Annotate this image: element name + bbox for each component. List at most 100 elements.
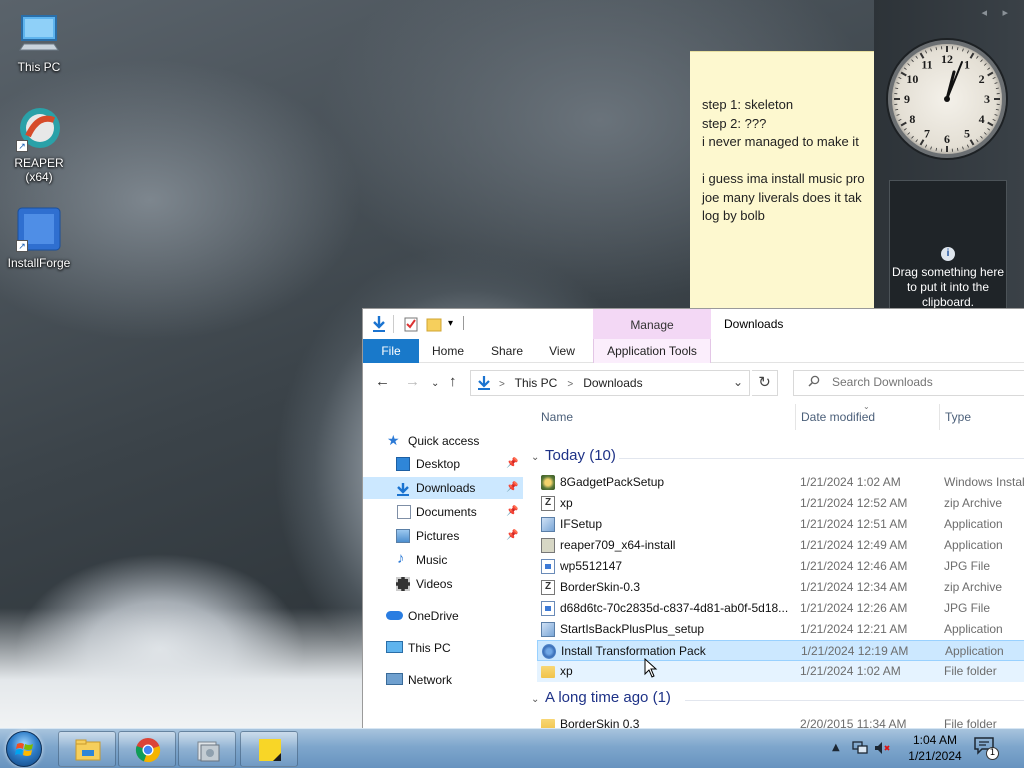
nav-item-downloads[interactable]: Downloads 📌 [363, 477, 523, 499]
taskbar-chrome-button[interactable] [118, 731, 176, 767]
pin-icon[interactable]: 📌 [506, 501, 518, 523]
file-row[interactable]: d68d6tc-70c2835d-c837-4d81-ab0f-5d18... 1… [537, 598, 1024, 619]
file-row[interactable]: xp 1/21/2024 1:02 AM File folder [537, 661, 1024, 682]
pin-icon[interactable]: 📌 [506, 453, 518, 475]
column-header-type[interactable]: Type [945, 410, 971, 424]
column-header-name[interactable]: Name [541, 410, 573, 424]
forward-arrow-icon[interactable]: → [405, 374, 420, 390]
file-row[interactable]: StartIsBackPlusPlus_setup 1/21/2024 12:21… [537, 619, 1024, 640]
clock-tick [980, 135, 983, 139]
shortcut-arrow-icon: ↗ [16, 240, 28, 252]
start-button[interactable] [6, 731, 42, 767]
nav-label: Documents [416, 505, 477, 519]
info-icon: i [941, 247, 955, 261]
clock-tick [930, 48, 932, 52]
address-bar[interactable]: > This PC > Downloads ⌄ [470, 370, 750, 396]
desktop-icon-installforge[interactable]: ↗ InstallForge [0, 206, 78, 270]
tab-share[interactable]: Share [481, 339, 533, 363]
downloads-arrow-icon [396, 481, 410, 496]
file-date-modified: 1/21/2024 12:49 AM [800, 538, 908, 552]
nav-quick-access[interactable]: ★ Quick access [363, 430, 523, 452]
sort-chevron-icon: ⌄ [863, 402, 870, 411]
column-header-date-modified[interactable]: Date modified [801, 410, 875, 424]
file-row[interactable]: Install Transformation Pack 1/21/2024 12:… [537, 640, 1024, 661]
file-name: StartIsBackPlusPlus_setup [560, 622, 705, 636]
sticky-note[interactable]: step 1: skeleton step 2: ??? i never man… [690, 51, 874, 308]
taskbar-file-explorer-button[interactable] [58, 731, 116, 767]
nav-item-videos[interactable]: Videos [363, 573, 523, 595]
mouse-cursor-icon [644, 658, 658, 678]
back-arrow-icon[interactable]: ← [375, 374, 390, 390]
pin-icon[interactable]: 📌 [506, 525, 518, 547]
wallpaper-floor [0, 608, 420, 728]
file-row[interactable]: reaper709_x64-install 1/21/2024 12:49 AM A… [537, 535, 1024, 556]
desktop-icon-reaper[interactable]: ↗ REAPER (x64) [0, 106, 78, 184]
breadcrumb-downloads[interactable]: Downloads [583, 376, 642, 390]
taskbar-control-panel-button[interactable] [178, 731, 236, 767]
app-icon [541, 517, 555, 532]
file-row[interactable]: 8GadgetPackSetup 1/21/2024 1:02 AM Windows… [537, 472, 1024, 493]
tab-file[interactable]: File [363, 339, 419, 363]
nav-item-pictures[interactable]: Pictures 📌 [363, 525, 523, 547]
collapse-chevron-icon: ⌄ [531, 694, 540, 705]
address-dropdown-chevron-icon[interactable]: ⌄ [733, 375, 743, 389]
clock-date: 1/21/2024 [908, 749, 962, 763]
group-header-long-ago[interactable]: ⌄ A long time ago (1) [529, 689, 1024, 711]
nav-onedrive[interactable]: OneDrive [363, 605, 523, 627]
group-label: Today (10) [545, 447, 616, 464]
nav-this-pc[interactable]: This PC [363, 637, 523, 659]
gadget-nav-arrows[interactable]: ◂ ▸ [981, 6, 1014, 19]
volume-muted-icon[interactable] [874, 741, 892, 759]
computer-icon [386, 641, 403, 653]
collapse-chevron-icon: ⌄ [531, 452, 540, 463]
notification-center-button[interactable]: 1 [974, 737, 1000, 761]
ribbon-tabs: File Home Share View Application Tools [363, 339, 1024, 363]
tab-manage[interactable]: Manage [593, 309, 711, 339]
show-hidden-icons-chevron-icon[interactable]: ▲ [832, 742, 840, 753]
nav-label: Desktop [416, 457, 461, 471]
file-date-modified: 1/21/2024 12:51 AM [800, 517, 908, 531]
clock-tick [907, 63, 911, 66]
clock-tick [992, 118, 996, 121]
file-row[interactable]: wp5512147 1/21/2024 12:46 AM JPG File [537, 556, 1024, 577]
tab-home[interactable]: Home [423, 339, 473, 363]
computer-icon [16, 10, 62, 56]
customize-toolbar-dropdown-icon[interactable]: ▾ [448, 318, 453, 336]
nav-item-music[interactable]: ♪ Music [363, 549, 523, 571]
clock-tick [983, 63, 987, 66]
clock-tick [896, 82, 900, 84]
search-box[interactable] [793, 370, 1024, 396]
group-header-today[interactable]: ⌄ Today (10) [529, 447, 1024, 469]
taskbar-sticky-notes-button[interactable] [240, 731, 298, 767]
up-arrow-icon[interactable]: ↑ [449, 374, 457, 390]
file-row[interactable]: IFSetup 1/21/2024 12:51 AM Application [537, 514, 1024, 535]
title-bar[interactable]: ▾ Manage Downloads [363, 309, 1024, 339]
nav-item-documents[interactable]: Documents 📌 [363, 501, 523, 523]
clock-number: 11 [921, 57, 932, 71]
file-row[interactable]: BorderSkin-0.3 1/21/2024 12:34 AM zip Arch… [537, 577, 1024, 598]
file-row[interactable]: xp 1/21/2024 12:52 AM zip Archive [537, 493, 1024, 514]
file-date-modified: 2/20/2015 11:34 AM [800, 717, 907, 728]
pin-icon[interactable]: 📌 [506, 477, 518, 499]
clipboard-gadget[interactable]: i Drag something here to put it into the… [889, 180, 1007, 309]
recent-locations-chevron-icon[interactable]: ⌄ [431, 376, 439, 392]
clock-gadget[interactable]: 12 1 2 3 4 5 6 7 8 9 10 11 [888, 40, 1006, 158]
new-folder-icon[interactable] [426, 315, 442, 333]
clock-tick [903, 128, 907, 131]
tab-application-tools[interactable]: Application Tools [593, 339, 711, 363]
sticky-note-line: i guess ima install music pro [702, 171, 865, 186]
tab-view[interactable]: View [539, 339, 585, 363]
network-icon[interactable] [852, 741, 868, 759]
file-name: IFSetup [560, 517, 603, 531]
breadcrumb-this-pc[interactable]: This PC [515, 376, 558, 390]
file-row[interactable]: BorderSkin 0.3 2/20/2015 11:34 AM File fol… [537, 714, 1024, 728]
search-input[interactable] [832, 375, 1022, 389]
properties-icon[interactable] [403, 315, 419, 333]
nav-item-desktop[interactable]: Desktop 📌 [363, 453, 523, 475]
clock-number: 8 [909, 112, 915, 126]
refresh-icon[interactable]: ↻ [752, 370, 778, 396]
clock-tick [903, 67, 907, 70]
taskbar-clock[interactable]: 1:04 AM 1/21/2024 [900, 732, 970, 764]
desktop-icon-this-pc[interactable]: This PC [0, 10, 78, 74]
nav-network[interactable]: Network [363, 669, 523, 691]
